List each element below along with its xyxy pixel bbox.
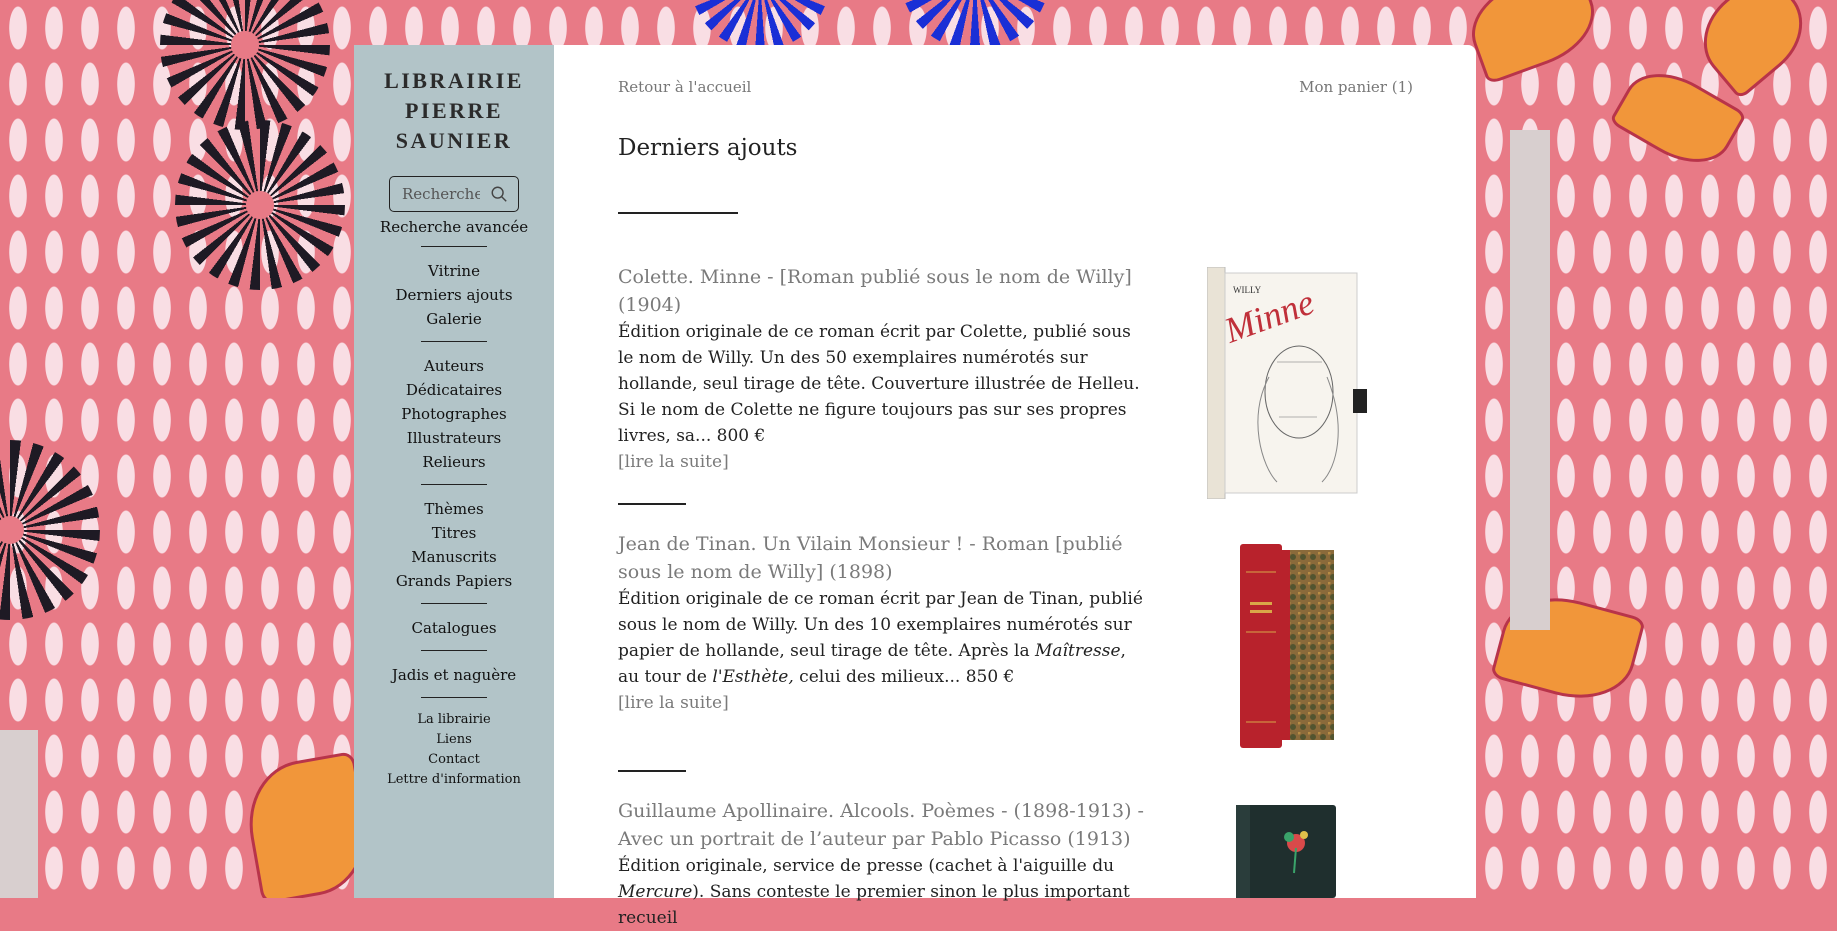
description-text: celui des milieux... 850 € [793,667,1015,687]
nav-contact[interactable]: Contact [354,750,554,770]
cover-author-text: WILLY [1233,285,1262,295]
search-icon[interactable] [490,185,508,203]
entry-description: Édition originale, service de presse (ca… [618,853,1148,931]
nav-relieurs[interactable]: Relieurs [354,450,554,474]
divider [421,246,487,247]
wallpaper-dark-flower [175,120,345,290]
nav-themes[interactable]: Thèmes [354,497,554,521]
nav-jadis-et-naguere[interactable]: Jadis et naguère [354,663,554,687]
nav-group-main: Vitrine Derniers ajouts Galerie [354,259,554,331]
nav-grands-papiers[interactable]: Grands Papiers [354,569,554,593]
advanced-search-link[interactable]: Recherche avancée [354,218,554,236]
title-divider [618,212,738,214]
entry-description: Édition originale de ce roman écrit par … [618,322,1140,446]
nav-manuscrits[interactable]: Manuscrits [354,545,554,569]
list-item: Guillaume Apollinaire. Alcools. Poèmes -… [618,797,1148,931]
nav-photographes[interactable]: Photographes [354,402,554,426]
page-title: Derniers ajouts [618,135,798,161]
read-more-link[interactable]: [lire la suite] [618,449,1148,475]
nav-dedicataires[interactable]: Dédicataires [354,378,554,402]
entry-divider [618,503,686,505]
divider [421,341,487,342]
nav-auteurs[interactable]: Auteurs [354,354,554,378]
entry-title[interactable]: Jean de Tinan. Un Vilain Monsieur ! - Ro… [618,530,1148,586]
nav-catalogues[interactable]: Catalogues [354,616,554,640]
description-text: ). Sans conteste le premier sinon le plu… [618,882,1130,928]
divider [421,650,487,651]
book-cover-vilain-monsieur[interactable] [1238,542,1338,752]
sidebar: LIBRAIRIE PIERRE SAUNIER Recherche avanc… [354,45,554,898]
nav-group-info: La librairie Liens Contact Lettre d'info… [354,710,554,790]
nav-illustrateurs[interactable]: Illustrateurs [354,426,554,450]
wallpaper-grey-bar [1510,130,1550,630]
main-content: Retour à l'accueil Mon panier (1) Dernie… [554,45,1476,928]
cart-link[interactable]: Mon panier (1) [1299,78,1413,96]
nav-titres[interactable]: Titres [354,521,554,545]
entry-title[interactable]: Colette. Minne - [Roman publié sous le n… [618,263,1148,319]
divider [421,484,487,485]
nav-la-librairie[interactable]: La librairie [354,710,554,730]
entry-description: Édition originale de ce roman écrit par … [618,586,1148,690]
wallpaper-grey-bar [0,730,38,898]
divider [421,697,487,698]
list-item: Jean de Tinan. Un Vilain Monsieur ! - Ro… [618,530,1148,716]
nav-group-topics: Thèmes Titres Manuscrits Grands Papiers [354,497,554,593]
divider [421,603,487,604]
nav-group-jadis: Jadis et naguère [354,663,554,687]
nav-galerie[interactable]: Galerie [354,307,554,331]
description-italic: Mercure [618,882,693,902]
site-logo[interactable]: LIBRAIRIE PIERRE SAUNIER [354,66,554,156]
book-cover-alcools[interactable] [1234,803,1338,898]
search-box [389,176,519,212]
description-italic: Maîtresse [1035,641,1121,661]
nav-vitrine[interactable]: Vitrine [354,259,554,283]
read-more-link[interactable]: [lire la suite] [618,690,1148,716]
description-text: Édition originale, service de presse (ca… [618,856,1115,876]
entry-title[interactable]: Guillaume Apollinaire. Alcools. Poèmes -… [618,797,1148,853]
book-cover-minne[interactable]: WILLY Minne [1207,267,1367,499]
nav-liens[interactable]: Liens [354,730,554,750]
search-input[interactable] [400,184,482,204]
nav-derniers-ajouts[interactable]: Derniers ajouts [354,283,554,307]
description-italic: l'Esthète, [712,667,794,687]
back-home-link[interactable]: Retour à l'accueil [618,78,751,96]
entry-divider [618,770,686,772]
nav-group-people: Auteurs Dédicataires Photographes Illust… [354,354,554,474]
list-item: Colette. Minne - [Roman publié sous le n… [618,263,1148,475]
nav-lettre-information[interactable]: Lettre d'information [354,770,554,790]
nav-group-catalogues: Catalogues [354,616,554,640]
